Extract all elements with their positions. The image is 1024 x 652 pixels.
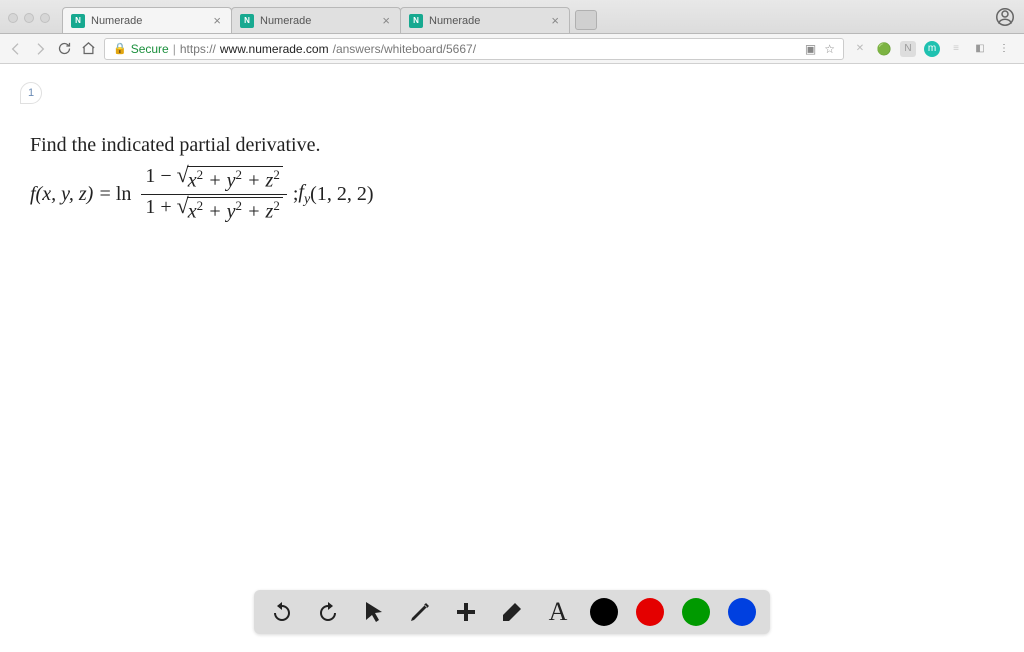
tab-1[interactable]: N Numerade × [62, 7, 232, 33]
bookmark-icon[interactable]: ☆ [824, 42, 835, 56]
tab-title: Numerade [91, 15, 211, 27]
secure-label: Secure [131, 42, 169, 56]
color-blue[interactable] [728, 598, 756, 626]
url-host: www.numerade.com [220, 42, 329, 56]
ext-icon-4[interactable]: m [924, 41, 940, 57]
browser-tab-strip: N Numerade × N Numerade × N Numerade × [0, 0, 1024, 34]
back-button[interactable] [8, 41, 24, 57]
reload-button[interactable] [56, 41, 72, 57]
traffic-max[interactable] [40, 13, 50, 23]
color-green[interactable] [682, 598, 710, 626]
tab-2[interactable]: N Numerade × [231, 7, 401, 33]
traffic-min[interactable] [24, 13, 34, 23]
problem-block: Find the indicated partial derivative. f… [30, 134, 373, 223]
separator: | [173, 42, 176, 56]
pencil-tool[interactable] [406, 598, 434, 626]
add-tool[interactable] [452, 598, 480, 626]
home-button[interactable] [80, 41, 96, 57]
ext-icon-5[interactable]: ≡ [948, 41, 964, 57]
ext-icon-1[interactable]: ✕ [852, 41, 868, 57]
favicon-icon: N [71, 14, 85, 28]
pointer-tool[interactable] [360, 598, 388, 626]
text-tool[interactable]: A [544, 598, 572, 626]
lhs: f(x, y, z) = [30, 183, 112, 206]
favicon-icon: N [240, 14, 254, 28]
forward-button[interactable] [32, 41, 48, 57]
denominator: 1 + √x2 + y2 + z2 [141, 196, 286, 224]
menu-icon[interactable]: ⋮ [996, 41, 1012, 57]
color-black[interactable] [590, 598, 618, 626]
ln: ln [116, 183, 132, 206]
favicon-icon: N [409, 14, 423, 28]
ext-icon-6[interactable]: ◧ [972, 41, 988, 57]
new-tab-button[interactable] [575, 10, 597, 30]
fy: fy [298, 181, 310, 208]
url-input[interactable]: 🔒 Secure | https:// www.numerade.com/answ… [104, 38, 844, 60]
eval-point: (1, 2, 2) [310, 183, 373, 206]
extensions: ✕ 🟢 N m ≡ ◧ ⋮ [852, 41, 1016, 57]
page-content: 1 Find the indicated partial derivative.… [0, 64, 1024, 652]
problem-title: Find the indicated partial derivative. [30, 134, 373, 157]
ext-icon-2[interactable]: 🟢 [876, 41, 892, 57]
window-controls [8, 13, 62, 33]
close-icon[interactable]: × [549, 13, 561, 28]
close-icon[interactable]: × [211, 13, 223, 28]
tab-title: Numerade [429, 15, 549, 27]
redo-button[interactable] [314, 598, 342, 626]
traffic-close[interactable] [8, 13, 18, 23]
page-number: 1 [28, 87, 34, 99]
tabs-container: N Numerade × N Numerade × N Numerade × [62, 0, 597, 33]
fraction: 1 − √x2 + y2 + z2 1 + √x2 + y2 + z2 [141, 165, 286, 223]
address-bar: 🔒 Secure | https:// www.numerade.com/answ… [0, 34, 1024, 64]
page-number-badge[interactable]: 1 [20, 82, 42, 104]
whiteboard-toolbar: A [254, 590, 770, 634]
eraser-tool[interactable] [498, 598, 526, 626]
url-scheme: https:// [180, 42, 216, 56]
lock-icon: 🔒 [113, 42, 127, 55]
numerator: 1 − √x2 + y2 + z2 [141, 165, 286, 193]
tab-3[interactable]: N Numerade × [400, 7, 570, 33]
equation: f(x, y, z) = ln 1 − √x2 + y2 + z2 1 + √x… [30, 165, 373, 223]
camera-icon[interactable]: ▣ [805, 42, 816, 56]
close-icon[interactable]: × [380, 13, 392, 28]
profile-icon[interactable] [996, 8, 1014, 26]
undo-button[interactable] [268, 598, 296, 626]
tab-title: Numerade [260, 15, 380, 27]
color-red[interactable] [636, 598, 664, 626]
ext-icon-3[interactable]: N [900, 41, 916, 57]
url-path: /answers/whiteboard/5667/ [333, 42, 476, 56]
